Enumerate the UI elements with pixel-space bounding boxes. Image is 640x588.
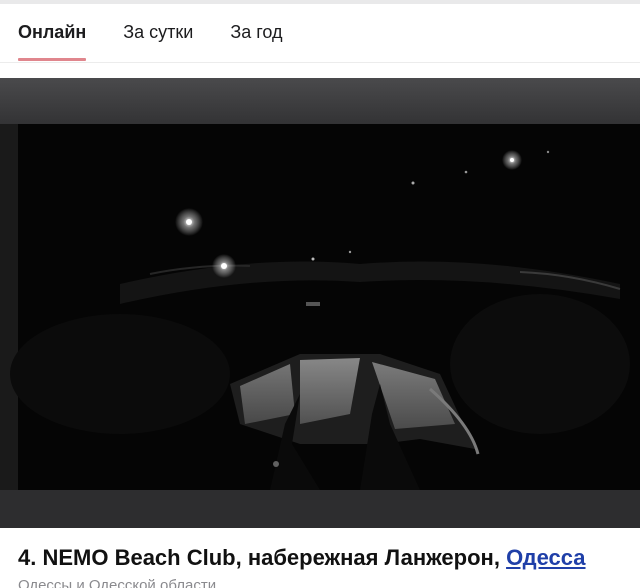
tab-day[interactable]: За сутки xyxy=(123,4,193,62)
player-bottom-bar xyxy=(0,490,640,528)
period-tabs: Онлайн За сутки За год xyxy=(0,4,640,62)
night-scene-image xyxy=(0,124,640,490)
player-top-bar xyxy=(0,78,640,124)
webcam-player[interactable] xyxy=(0,78,640,528)
camera-title: 4. NEMO Beach Club, набережная Ланжерон,… xyxy=(18,545,586,571)
webcam-frame[interactable] xyxy=(0,124,640,490)
camera-title-text: 4. NEMO Beach Club, набережная Ланжерон, xyxy=(18,545,507,570)
tabs-divider xyxy=(0,62,640,63)
camera-subtitle: Одессы и Одесской области xyxy=(18,577,217,588)
tab-year[interactable]: За год xyxy=(230,4,282,62)
tab-online[interactable]: Онлайн xyxy=(18,4,87,62)
city-link[interactable]: Одесса xyxy=(506,545,585,570)
